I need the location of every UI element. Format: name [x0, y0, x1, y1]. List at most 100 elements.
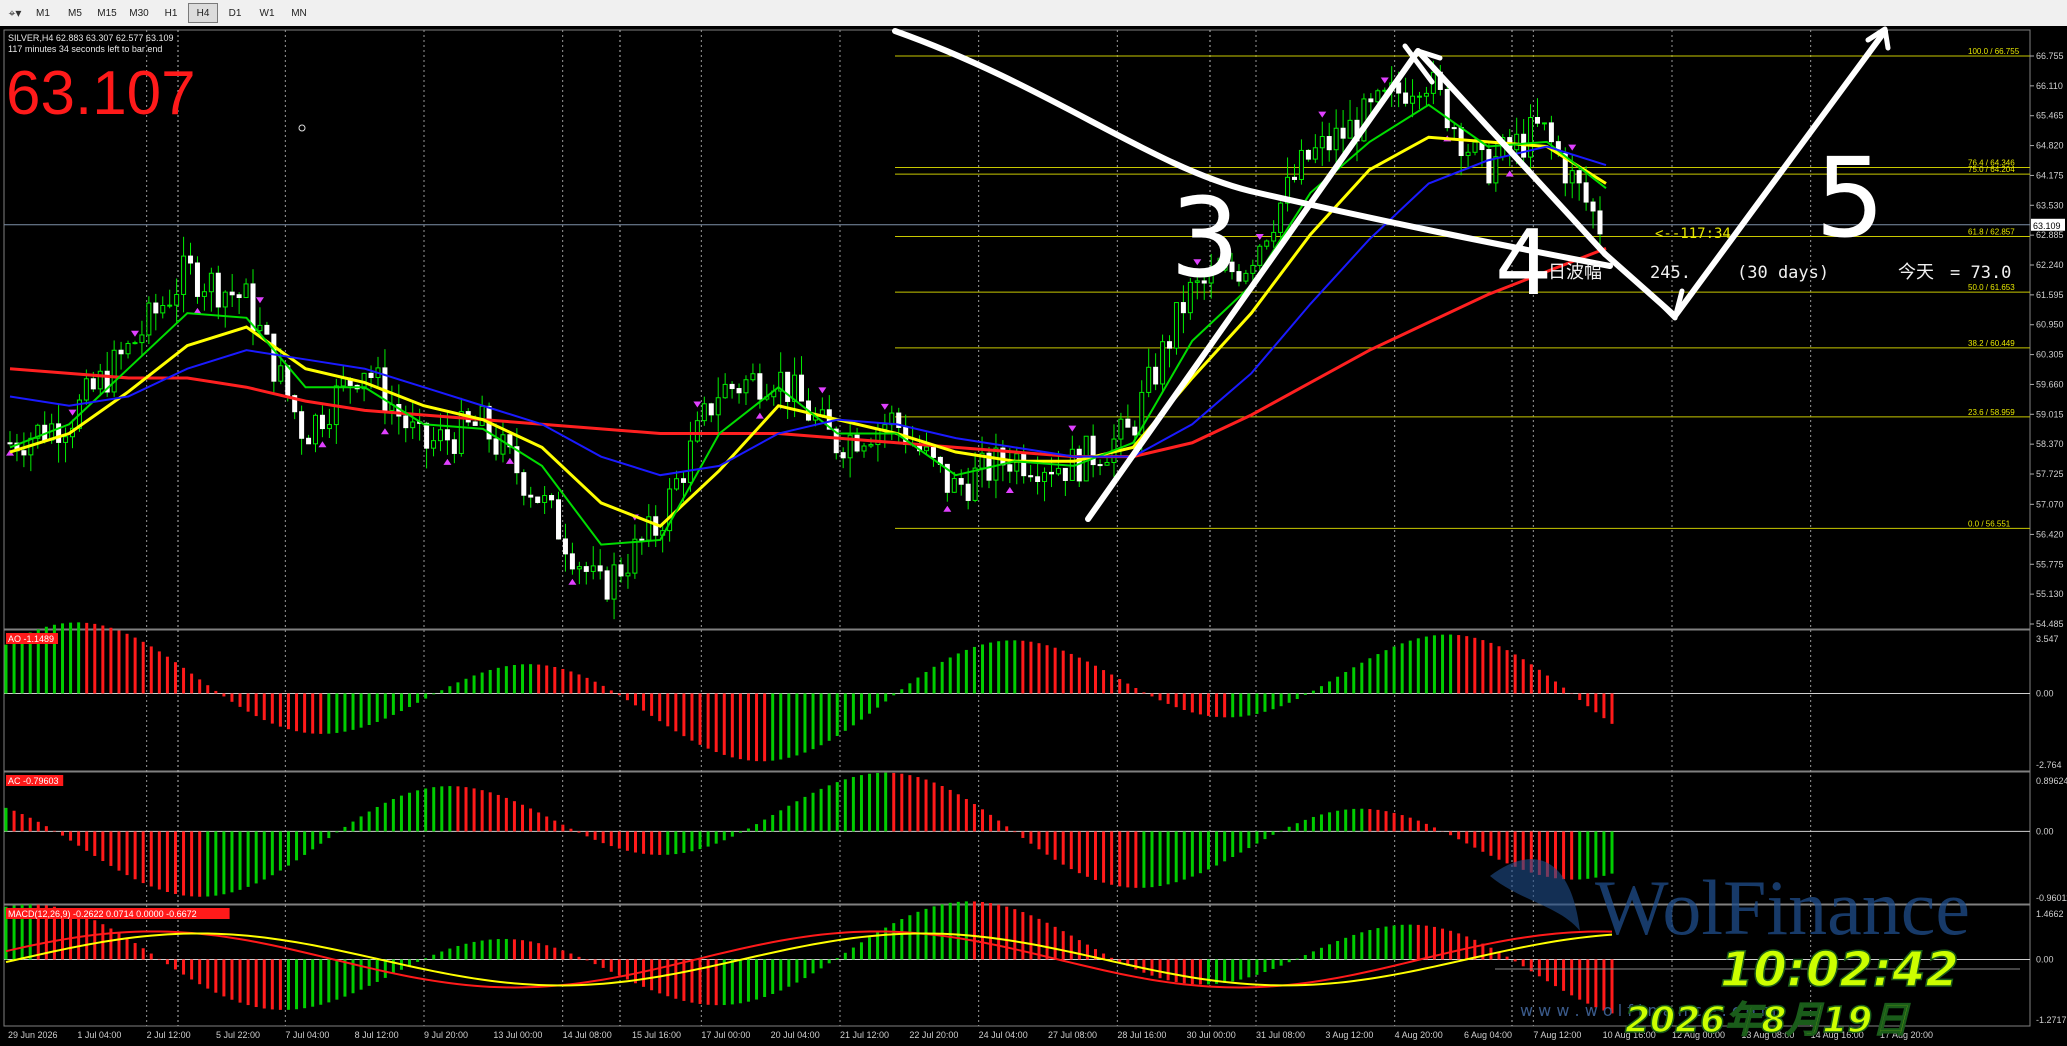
- candle-body: [125, 342, 131, 355]
- candle-body: [500, 434, 506, 455]
- candle-body: [882, 424, 888, 430]
- candle-body: [556, 499, 562, 540]
- candle-body: [278, 365, 284, 382]
- candle-body: [431, 440, 437, 449]
- candle-body: [1298, 149, 1304, 180]
- candle-body: [736, 388, 742, 394]
- candle-body: [222, 291, 228, 308]
- timeframe-m5[interactable]: M5: [60, 3, 90, 23]
- candle-body: [1347, 119, 1353, 139]
- time-tick-label: 5 Jul 22:00: [216, 1030, 260, 1040]
- candle-body: [687, 440, 693, 483]
- fib-level-label: 0.0 / 56.551: [1968, 519, 2011, 528]
- candle-body: [424, 422, 430, 449]
- candle-body: [1465, 151, 1471, 157]
- candle-body: [146, 302, 152, 336]
- candle-body: [549, 495, 555, 501]
- time-tick-label: 7 Jul 04:00: [285, 1030, 329, 1040]
- candle-body: [1250, 264, 1256, 274]
- price-tick-label: 60.305: [2036, 350, 2064, 360]
- timeframe-toolbar: ⌖▾ M1 M5 M15 M30 H1 H4 D1 W1 MN: [0, 0, 2067, 27]
- fib-level-label: 50.0 / 61.653: [1968, 283, 2015, 292]
- timeframe-mn[interactable]: MN: [284, 3, 314, 23]
- fib-level-label: 23.6 / 58.959: [1968, 408, 2015, 417]
- price-tick-label: 55.775: [2036, 559, 2064, 569]
- candle-body: [854, 434, 860, 452]
- candle-body: [1160, 341, 1166, 385]
- candle-body: [583, 566, 589, 572]
- timeframe-d1[interactable]: D1: [220, 3, 250, 23]
- macd-max-label: 1.4662: [2036, 909, 2064, 919]
- candle-body: [1173, 302, 1179, 349]
- time-tick-label: 17 Jul 00:00: [701, 1030, 750, 1040]
- volatility-label: 日波幅: [1548, 262, 1602, 283]
- candle-body: [1264, 240, 1270, 247]
- candle-body: [1514, 133, 1520, 151]
- price-tick-label: 54.485: [2036, 619, 2064, 629]
- candle-body: [472, 421, 478, 426]
- macd-min-label: -1.2717: [2036, 1015, 2067, 1025]
- candle-body: [1042, 471, 1048, 482]
- candle-body: [368, 372, 374, 379]
- bar-countdown: 117 minutes 34 seconds left to bar end: [8, 44, 162, 54]
- candle-body: [1548, 122, 1554, 143]
- time-tick-label: 4 Aug 20:00: [1395, 1030, 1443, 1040]
- candle-body: [1333, 127, 1339, 151]
- candle-body: [264, 324, 270, 335]
- candle-body: [236, 294, 242, 299]
- time-tick-label: 29 Jun 2026: [8, 1030, 58, 1040]
- candle-body: [1326, 136, 1332, 151]
- price-tick-label: 57.070: [2036, 499, 2064, 509]
- wave-label-5: 5: [1815, 134, 1885, 262]
- candle-body: [840, 452, 846, 459]
- timeframe-h4[interactable]: H4: [188, 3, 218, 23]
- candle-body: [229, 291, 235, 296]
- candle-body: [708, 403, 714, 416]
- watermark-brand: WolFinance: [1595, 864, 1970, 951]
- candle-body: [1486, 149, 1492, 184]
- time-tick-label: 22 Jul 20:00: [909, 1030, 958, 1040]
- candle-body: [1535, 117, 1541, 124]
- candle-body: [1180, 302, 1186, 314]
- candle-body: [1007, 464, 1013, 472]
- candle-body: [701, 403, 707, 422]
- timeframe-m30[interactable]: M30: [124, 3, 154, 23]
- time-tick-label: 20 Jul 04:00: [771, 1030, 820, 1040]
- timeframe-w1[interactable]: W1: [252, 3, 282, 23]
- price-tick-label: 57.725: [2036, 469, 2064, 479]
- candle-body: [132, 342, 138, 345]
- candle-body: [208, 272, 214, 293]
- candle-body: [479, 405, 485, 426]
- candle-body: [1403, 92, 1409, 104]
- timeframe-m1[interactable]: M1: [28, 3, 58, 23]
- candle-body: [680, 478, 686, 483]
- candle-body: [1312, 147, 1318, 160]
- candle-body: [625, 572, 631, 577]
- clock-time: 10:02:42: [1720, 942, 1959, 998]
- time-tick-label: 9 Jul 20:00: [424, 1030, 468, 1040]
- candle-body: [1340, 127, 1346, 139]
- candle-body: [1104, 462, 1110, 466]
- price-tick-label: 64.175: [2036, 170, 2064, 180]
- candle-body: [83, 378, 89, 401]
- crosshair-icon[interactable]: ⌖▾: [4, 4, 26, 22]
- candle-body: [257, 324, 263, 332]
- candle-body: [1167, 341, 1173, 349]
- price-tick-label: 61.595: [2036, 290, 2064, 300]
- candle-body: [1305, 149, 1311, 160]
- candle-body: [1055, 467, 1061, 475]
- timeframe-h1[interactable]: H1: [156, 3, 186, 23]
- price-chart: 66.755 66.110 65.465 64.820 64.175 63.530 62.8…: [0, 26, 2067, 1046]
- candle-body: [306, 437, 312, 445]
- candle-body: [451, 439, 457, 454]
- candle-body: [1375, 90, 1381, 103]
- timeframe-m15[interactable]: M15: [92, 3, 122, 23]
- time-tick-label: 7 Aug 12:00: [1533, 1030, 1581, 1040]
- price-tick-label: 62.885: [2036, 230, 2064, 240]
- candle-body: [1062, 467, 1068, 481]
- candle-body: [299, 411, 305, 439]
- volatility-value: 245.: [1650, 263, 1691, 283]
- candle-body: [21, 450, 27, 456]
- macd-label: MACD(12,26,9) -0.2622 0.0714 0.0000 -0.6…: [8, 909, 197, 919]
- candle-body: [326, 424, 332, 430]
